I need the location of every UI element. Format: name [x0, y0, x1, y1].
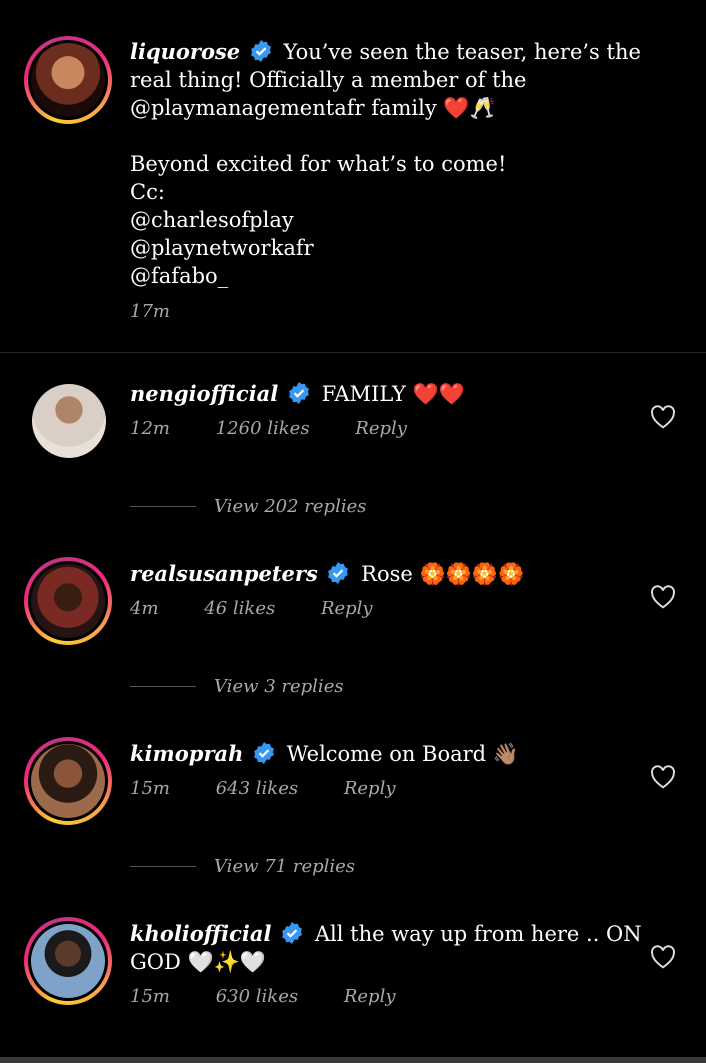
comment-timestamp: 12m [130, 418, 170, 439]
comment-avatar[interactable] [24, 917, 112, 1005]
mention-link[interactable]: @playnetworkafr [130, 234, 646, 262]
post-author-username[interactable]: liquorose [130, 39, 240, 64]
mention-link[interactable]: @fafabo_ [130, 262, 646, 290]
caption-text-2: Beyond excited for what’s to come! [130, 152, 507, 176]
mention-link[interactable]: @charlesofplay [130, 206, 646, 234]
comment: realsusanpeters Rose 🏵️🏵️🏵️🏵️ 4m 46 like… [130, 560, 646, 619]
reply-button[interactable]: Reply [344, 986, 396, 1007]
comment-username[interactable]: realsusanpeters [130, 561, 318, 586]
divider [0, 352, 706, 353]
verified-badge-icon [254, 742, 274, 764]
verified-badge-icon [328, 562, 349, 584]
comment-timestamp: 15m [130, 986, 170, 1007]
comment-likes[interactable]: 630 likes [216, 986, 298, 1007]
comment-avatar[interactable] [24, 557, 112, 645]
comment-username[interactable]: kimoprah [130, 741, 243, 766]
like-heart-icon[interactable] [650, 585, 676, 609]
verified-badge-icon [250, 40, 271, 62]
caption-cc: Cc: [130, 180, 165, 204]
verified-badge-icon [289, 382, 309, 404]
comment-avatar[interactable] [32, 384, 106, 458]
like-heart-icon[interactable] [650, 765, 676, 789]
post-author-avatar[interactable] [24, 36, 112, 124]
comment-username[interactable]: kholiofficial [130, 921, 271, 946]
replies-line [130, 506, 196, 507]
view-replies-button[interactable]: View 3 replies [130, 676, 344, 697]
comment-timestamp: 15m [130, 778, 170, 799]
comment-timestamp: 4m [130, 598, 159, 619]
like-heart-icon[interactable] [650, 405, 676, 429]
bottom-bar [0, 1057, 706, 1063]
comment-text: Welcome on Board 👋🏽 [286, 742, 519, 766]
view-replies-button[interactable]: View 202 replies [130, 496, 366, 517]
verified-badge-icon [282, 922, 303, 944]
post-caption: liquorose You’ve seen the teaser, here’s… [130, 38, 646, 326]
like-heart-icon[interactable] [650, 945, 676, 969]
comment-likes[interactable]: 643 likes [216, 778, 298, 799]
post-timestamp: 17m [130, 301, 170, 322]
comment: nengiofficial FAMILY ❤️❤️ 12m 1260 likes… [130, 380, 646, 439]
comment-likes[interactable]: 46 likes [204, 598, 275, 619]
comment: kholiofficial All the way up from here .… [130, 920, 646, 1007]
comment-text: Rose 🏵️🏵️🏵️🏵️ [361, 562, 525, 586]
comment-likes[interactable]: 1260 likes [216, 418, 310, 439]
comment-username[interactable]: nengiofficial [130, 381, 278, 406]
comment-avatar[interactable] [24, 737, 112, 825]
view-replies-button[interactable]: View 71 replies [130, 856, 355, 877]
replies-line [130, 686, 196, 687]
comment-text: FAMILY ❤️❤️ [321, 382, 465, 406]
reply-button[interactable]: Reply [355, 418, 407, 439]
reply-button[interactable]: Reply [321, 598, 373, 619]
replies-line [130, 866, 196, 867]
reply-button[interactable]: Reply [344, 778, 396, 799]
comment: kimoprah Welcome on Board 👋🏽 15m 643 lik… [130, 740, 646, 799]
